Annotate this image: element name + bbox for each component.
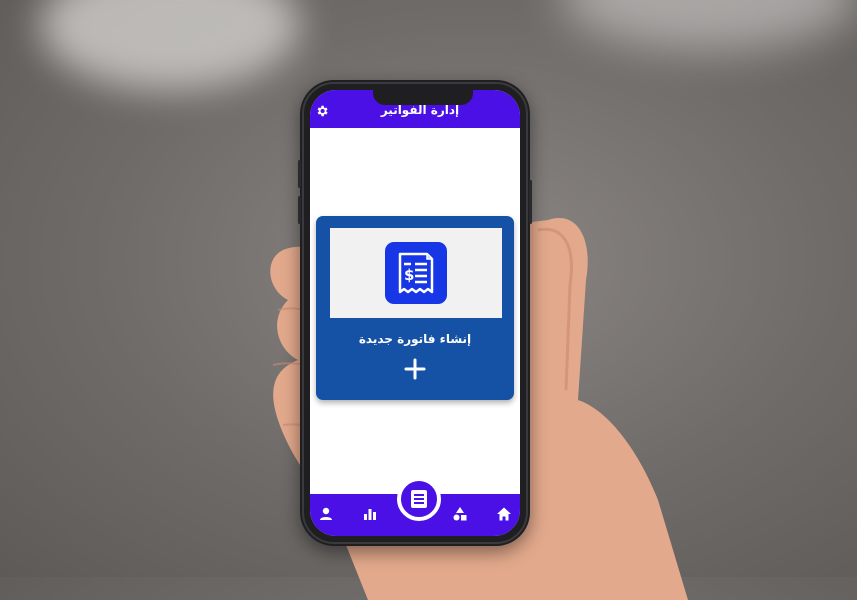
phone-side-button [298,160,301,188]
background-blur-light [40,0,300,90]
create-invoice-label: إنشاء فاتورة جديدة [358,332,472,346]
page-title: إدارة الفواتير [380,103,460,117]
person-icon[interactable] [318,506,334,522]
gear-icon[interactable] [315,104,329,118]
receipt-dollar-icon: $ [385,242,447,304]
bar-chart-icon[interactable] [362,506,378,522]
home-icon[interactable] [496,506,512,522]
phone-power-button [529,180,532,224]
phone-screen: إدارة الفواتير $ إنشاء فاتورة جديدة [310,90,520,536]
card-image: $ [330,228,502,318]
invoice-list-icon [411,490,427,508]
shapes-icon[interactable] [452,506,468,522]
invoice-list-fab[interactable] [397,477,441,521]
create-invoice-card[interactable]: $ إنشاء فاتورة جديدة [316,216,514,400]
plus-icon[interactable] [404,358,426,380]
phone-side-button [298,196,301,224]
svg-text:$: $ [404,266,414,284]
background-blur-light-right [560,0,857,50]
phone-notch [373,87,473,105]
